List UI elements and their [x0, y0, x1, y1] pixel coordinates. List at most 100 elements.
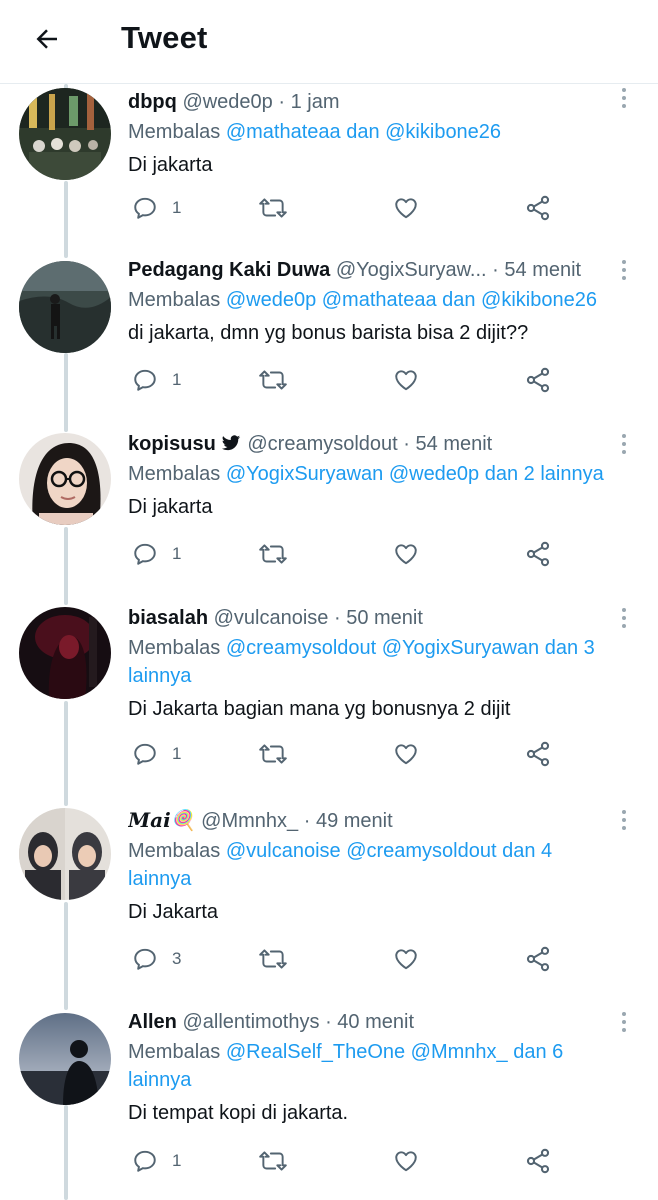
tweet-item[interactable]: biasalah @vulcanoise · 50 menit Membalas…: [0, 604, 658, 804]
share-icon: [526, 1148, 550, 1174]
more-options-icon[interactable]: [618, 606, 630, 632]
tweet-item[interactable]: kopisusu @creamysoldout · 54 menit Memba…: [0, 430, 658, 604]
handle[interactable]: @Mmnhx_: [201, 810, 298, 832]
reply-button[interactable]: 1: [132, 364, 181, 396]
timestamp[interactable]: 54 menit: [504, 259, 581, 281]
tweet-actions: 1: [130, 1145, 560, 1177]
retweet-button[interactable]: [258, 943, 288, 975]
tweet-actions: 1: [130, 192, 560, 224]
like-button[interactable]: [392, 192, 420, 224]
avatar[interactable]: [19, 1013, 111, 1105]
avatar[interactable]: [19, 607, 111, 699]
replying-mentions[interactable]: @YogixSuryawan @wede0p dan 2 lainnya: [226, 463, 604, 485]
retweet-icon: [259, 198, 287, 218]
replying-label: Membalas: [128, 289, 221, 311]
tweet-text: Di Jakarta bagian mana yg bonusnya 2 dij…: [128, 698, 511, 720]
avatar[interactable]: [19, 808, 111, 900]
handle[interactable]: @YogixSuryaw...: [336, 259, 487, 281]
tweet-text: Di jakarta: [128, 496, 213, 518]
page-title: Tweet: [121, 20, 208, 55]
replying-to: Membalas @RealSelf_TheOne @Mmnhx_ dan 6 …: [128, 1038, 618, 1094]
share-button[interactable]: [524, 364, 552, 396]
handle[interactable]: @creamysoldout: [247, 433, 397, 455]
reply-button[interactable]: 1: [132, 1145, 181, 1177]
share-button[interactable]: [524, 192, 552, 224]
separator: ·: [333, 607, 341, 629]
reply-button[interactable]: 3: [132, 943, 181, 975]
more-options-icon[interactable]: [618, 86, 630, 112]
tweet-item[interactable]: dbpq @wede0p · 1 jam Membalas @mathateaa…: [0, 84, 658, 256]
separator: ·: [492, 259, 499, 281]
tweet-text: di jakarta, dmn yg bonus barista bisa 2 …: [128, 322, 529, 344]
share-button[interactable]: [524, 738, 552, 770]
like-button[interactable]: [392, 1145, 420, 1177]
like-button[interactable]: [392, 738, 420, 770]
timestamp[interactable]: 49 menit: [316, 810, 393, 832]
separator: ·: [325, 1011, 332, 1033]
reply-count: 1: [172, 370, 182, 389]
retweet-button[interactable]: [258, 364, 288, 396]
handle[interactable]: @wede0p: [182, 91, 272, 113]
reply-count: 1: [172, 744, 182, 763]
retweet-icon: [259, 1151, 287, 1171]
replying-label: Membalas: [128, 1041, 221, 1063]
tweet-text: Di tempat kopi di jakarta.: [128, 1102, 349, 1124]
avatar[interactable]: [19, 261, 111, 353]
more-options-icon[interactable]: [618, 258, 630, 284]
back-button[interactable]: [26, 18, 68, 60]
retweet-icon: [259, 744, 287, 764]
display-name[interactable]: biasalah: [128, 607, 208, 629]
retweet-button[interactable]: [258, 192, 288, 224]
more-options-icon[interactable]: [618, 432, 630, 458]
heart-icon: [395, 1151, 417, 1172]
like-button[interactable]: [392, 364, 420, 396]
reply-icon: [134, 543, 156, 565]
reply-count: 3: [172, 949, 182, 968]
more-options-icon[interactable]: [618, 808, 630, 834]
like-button[interactable]: [392, 943, 420, 975]
replying-mentions[interactable]: @wede0p @mathateaa dan @kikibone26: [226, 289, 597, 311]
replying-to: Membalas @YogixSuryawan @wede0p dan 2 la…: [128, 460, 618, 488]
timestamp[interactable]: 54 menit: [416, 433, 493, 455]
like-button[interactable]: [392, 538, 420, 570]
retweet-icon: [259, 544, 287, 564]
timestamp[interactable]: 40 menit: [337, 1011, 414, 1033]
display-name[interactable]: Allen: [128, 1011, 177, 1033]
tweet-item[interactable]: Pedagang Kaki Duwa @YogixSuryaw... · 54 …: [0, 256, 658, 430]
retweet-button[interactable]: [258, 538, 288, 570]
display-name[interactable]: Pedagang Kaki Duwa: [128, 259, 330, 281]
more-options-icon[interactable]: [618, 1010, 630, 1036]
tweet-header: Pedagang Kaki Duwa @YogixSuryaw... · 54 …: [128, 256, 618, 284]
arrow-left-icon: [36, 29, 57, 49]
display-name[interactable]: Mai🍭: [128, 808, 196, 832]
timestamp[interactable]: 50 menit: [346, 607, 423, 629]
tweet-item[interactable]: Mai🍭 @Mmnhx_ · 49 menit Membalas @vulcan…: [0, 806, 658, 1008]
tweet-item[interactable]: Allen @allentimothys · 40 menit Membalas…: [0, 1008, 658, 1200]
reply-button[interactable]: 1: [132, 192, 181, 224]
replying-to: Membalas @vulcanoise @creamysoldout dan …: [128, 837, 618, 893]
handle[interactable]: @vulcanoise: [214, 607, 329, 629]
heart-icon: [395, 744, 417, 765]
share-button[interactable]: [524, 943, 552, 975]
avatar[interactable]: [19, 88, 111, 180]
heart-icon: [395, 370, 417, 391]
tweet-text: Di Jakarta: [128, 901, 219, 923]
share-button[interactable]: [524, 538, 552, 570]
timestamp[interactable]: 1 jam: [291, 91, 340, 113]
separator: ·: [303, 810, 311, 832]
reply-button[interactable]: 1: [132, 738, 181, 770]
handle[interactable]: @allentimothys: [182, 1011, 319, 1033]
retweet-icon: [259, 370, 287, 390]
tweet-header: biasalah @vulcanoise · 50 menit: [128, 604, 618, 632]
reply-button[interactable]: 1: [132, 538, 181, 570]
tweet-actions: 1: [130, 538, 560, 570]
replying-mentions[interactable]: @mathateaa dan @kikibone26: [226, 121, 501, 143]
retweet-button[interactable]: [258, 738, 288, 770]
tweet-header: kopisusu @creamysoldout · 54 menit: [128, 430, 618, 458]
retweet-button[interactable]: [258, 1145, 288, 1177]
display-name[interactable]: dbpq: [128, 91, 177, 113]
display-name[interactable]: kopisusu: [128, 433, 216, 455]
reply-count: 1: [172, 1151, 182, 1170]
avatar[interactable]: [19, 433, 111, 525]
share-button[interactable]: [524, 1145, 552, 1177]
